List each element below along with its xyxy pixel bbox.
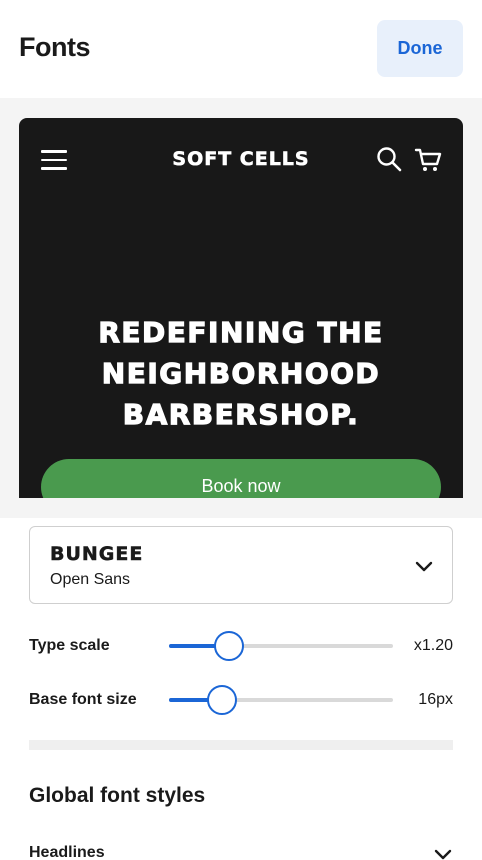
cart-icon: [414, 148, 442, 171]
book-now-button: Book now: [41, 459, 441, 498]
page-title: Fonts: [19, 32, 91, 62]
base-font-size-value: 16px: [418, 691, 453, 708]
headlines-label: Headlines: [29, 844, 105, 860]
chevron-down-icon: [415, 561, 433, 572]
type-scale-slider-row: Type scale x1.20: [29, 631, 453, 661]
chevron-down-icon: [434, 849, 452, 860]
heading-font-name: BUNGEE: [50, 543, 144, 566]
base-font-size-slider-row: Base font size 16px: [29, 685, 453, 715]
type-scale-slider[interactable]: [169, 631, 393, 661]
type-scale-value: x1.20: [413, 637, 453, 654]
slider-thumb[interactable]: [214, 631, 245, 661]
hero-heading: REDEFINING THE NEIGHBORHOOD BARBERSHOP.: [98, 315, 384, 431]
base-font-size-slider[interactable]: [169, 685, 393, 715]
type-scale-label: Type scale: [29, 637, 110, 654]
global-font-styles-heading: Global font styles: [29, 784, 206, 807]
done-button[interactable]: Done: [377, 20, 463, 77]
headlines-accordion[interactable]: Headlines: [29, 840, 453, 860]
section-divider: [29, 740, 453, 750]
preview-area: SOFT CELLS REDEFINING THE NEIGHBORHOOD B…: [0, 98, 482, 518]
header-bar: Fonts Done: [0, 0, 482, 98]
font-pairing-select[interactable]: BUNGEE Open Sans: [29, 526, 453, 604]
search-icon: [377, 147, 402, 172]
site-preview: SOFT CELLS REDEFINING THE NEIGHBORHOOD B…: [19, 118, 463, 498]
base-font-size-label: Base font size: [29, 691, 137, 708]
slider-thumb[interactable]: [206, 685, 237, 715]
body-font-name: Open Sans: [50, 571, 131, 588]
